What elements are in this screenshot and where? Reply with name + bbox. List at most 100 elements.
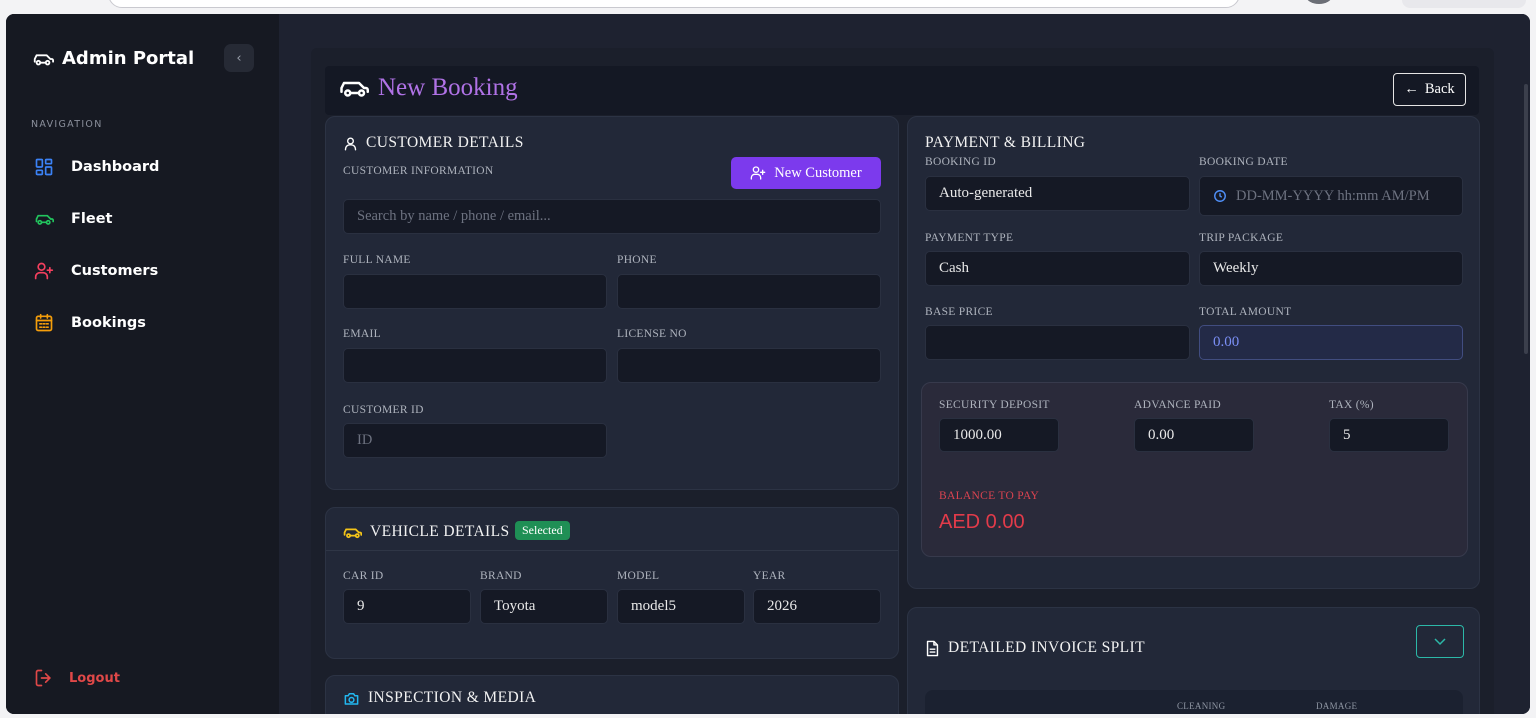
base-price-label: BASE PRICE (925, 306, 993, 318)
base-price-field[interactable] (925, 325, 1190, 360)
sidebar-item-customers[interactable]: Customers (34, 261, 158, 281)
full-name-field[interactable] (343, 274, 607, 309)
balance-value: AED 0.00 (939, 511, 1025, 533)
payment-type-select[interactable]: Cash (925, 251, 1190, 286)
app-window: Admin Portal ‹ NAVIGATION Dashboard Flee… (6, 14, 1530, 714)
new-customer-button[interactable]: New Customer (731, 157, 881, 189)
inspection-media-card: INSPECTION & MEDIA (325, 675, 899, 714)
arrow-left-icon: ← (1404, 81, 1419, 97)
trip-package-select[interactable]: Weekly (1199, 251, 1463, 286)
model-field[interactable]: model5 (617, 589, 745, 624)
brand-label: BRAND (480, 570, 522, 582)
security-deposit-field[interactable]: 1000.00 (939, 418, 1059, 452)
chevron-down-icon (1434, 637, 1446, 645)
invoice-table: CLEANING DAMAGE (925, 690, 1463, 714)
vehicle-title-text: VEHICLE DETAILS (370, 523, 510, 540)
payment-billing-card: PAYMENT & BILLING BOOKING ID Auto-genera… (907, 116, 1480, 589)
brand-name: Admin Portal (62, 48, 195, 69)
customer-id-label: CUSTOMER ID (343, 404, 424, 416)
brand: Admin Portal (32, 48, 194, 69)
sidebar-item-label: Fleet (71, 211, 113, 227)
profile-avatar[interactable] (1306, 0, 1332, 4)
email-label: EMAIL (343, 328, 381, 340)
email-field[interactable] (343, 348, 607, 383)
total-amount-label: TOTAL AMOUNT (1199, 306, 1292, 318)
phone-label: PHONE (617, 254, 657, 266)
back-label: Back (1424, 81, 1455, 97)
customer-details-card: CUSTOMER DETAILS CUSTOMER INFORMATION Ne… (325, 116, 899, 490)
scrollbar[interactable] (1524, 84, 1528, 354)
inspection-title-text: INSPECTION & MEDIA (368, 689, 537, 706)
invoice-col-cleaning: CLEANING (1177, 701, 1226, 711)
document-icon (926, 640, 939, 656)
main-area: New Booking ← Back CUSTOMER DETAILS CUST… (279, 14, 1530, 714)
invoice-title-text: DETAILED INVOICE SPLIT (948, 639, 1145, 656)
page-title-text: New Booking (378, 74, 518, 101)
booking-id-field[interactable]: Auto-generated (925, 176, 1190, 211)
advance-paid-field[interactable]: 0.00 (1134, 418, 1254, 452)
vehicle-section-title: VEHICLE DETAILS (343, 523, 510, 541)
tax-label: TAX (%) (1329, 399, 1374, 411)
model-label: MODEL (617, 570, 660, 582)
logout-button[interactable]: Logout (34, 668, 120, 688)
vehicle-divider (326, 550, 898, 551)
payment-section-title: PAYMENT & BILLING (925, 134, 1086, 151)
back-button[interactable]: ← Back (1393, 73, 1466, 106)
sidebar-item-label: Customers (71, 263, 159, 279)
booking-id-label: BOOKING ID (925, 156, 997, 168)
status-badge: Selected (515, 521, 570, 540)
browser-extension-area[interactable] (1402, 0, 1526, 8)
car-id-label: CAR ID (343, 570, 384, 582)
new-customer-label: New Customer (774, 164, 862, 181)
user-plus-icon (34, 262, 54, 280)
license-field[interactable] (617, 348, 881, 383)
balance-label: BALANCE TO PAY (939, 490, 1040, 502)
customer-search-input[interactable]: Search by name / phone / email... (343, 199, 881, 234)
calendar-icon (35, 313, 53, 332)
page-title: New Booking (339, 74, 518, 102)
logout-label: Logout (69, 670, 120, 686)
trip-package-label: TRIP PACKAGE (1199, 232, 1284, 244)
clock-icon (1214, 190, 1226, 202)
user-icon (344, 137, 357, 150)
tax-field[interactable]: 5 (1329, 418, 1449, 452)
sidebar-item-label: Dashboard (71, 159, 160, 175)
address-bar[interactable] (108, 0, 1240, 8)
sidebar-item-label: Bookings (71, 315, 146, 331)
sidebar-collapse-button[interactable]: ‹ (224, 44, 254, 72)
nav-header: NAVIGATION (31, 119, 103, 130)
security-deposit-label: SECURITY DEPOSIT (939, 399, 1050, 411)
brand-field[interactable]: Toyota (480, 589, 608, 624)
booking-date-placeholder: DD-MM-YYYY hh:mm AM/PM (1236, 187, 1430, 204)
sidebar: Admin Portal ‹ NAVIGATION Dashboard Flee… (6, 14, 279, 714)
chevron-left-icon: ‹ (236, 50, 242, 66)
advance-paid-label: ADVANCE PAID (1134, 399, 1221, 411)
deposit-summary-box: SECURITY DEPOSIT 1000.00 ADVANCE PAID 0.… (921, 382, 1468, 557)
total-amount-field[interactable]: 0.00 (1199, 325, 1463, 360)
dashboard-icon (35, 158, 53, 176)
logout-icon (35, 669, 52, 687)
camera-icon (344, 692, 359, 705)
invoice-col-damage: DAMAGE (1316, 701, 1358, 711)
invoice-section-title: DETAILED INVOICE SPLIT (925, 639, 1145, 657)
customer-id-field[interactable]: ID (343, 423, 607, 458)
customer-title-text: CUSTOMER DETAILS (366, 134, 524, 151)
page-header: New Booking ← Back (325, 66, 1479, 115)
sidebar-item-dashboard[interactable]: Dashboard (34, 157, 159, 177)
year-field[interactable]: 2026 (753, 589, 881, 624)
invoice-split-card: DETAILED INVOICE SPLIT CLEANING DAMAGE (907, 607, 1480, 714)
booking-date-label: BOOKING DATE (1199, 156, 1288, 168)
browser-toolbar (0, 0, 1536, 14)
inspection-section-title: INSPECTION & MEDIA (343, 689, 536, 707)
car-id-field[interactable]: 9 (343, 589, 471, 624)
sidebar-item-fleet[interactable]: Fleet (34, 209, 112, 229)
sidebar-item-bookings[interactable]: Bookings (34, 313, 146, 333)
car-icon (33, 53, 54, 65)
booking-date-field[interactable]: DD-MM-YYYY hh:mm AM/PM (1199, 176, 1463, 216)
car-icon (35, 214, 54, 225)
full-name-label: FULL NAME (343, 254, 411, 266)
invoice-expand-button[interactable] (1416, 625, 1464, 658)
phone-field[interactable] (617, 274, 881, 309)
car-icon (340, 81, 369, 97)
customer-info-label: CUSTOMER INFORMATION (343, 165, 494, 177)
